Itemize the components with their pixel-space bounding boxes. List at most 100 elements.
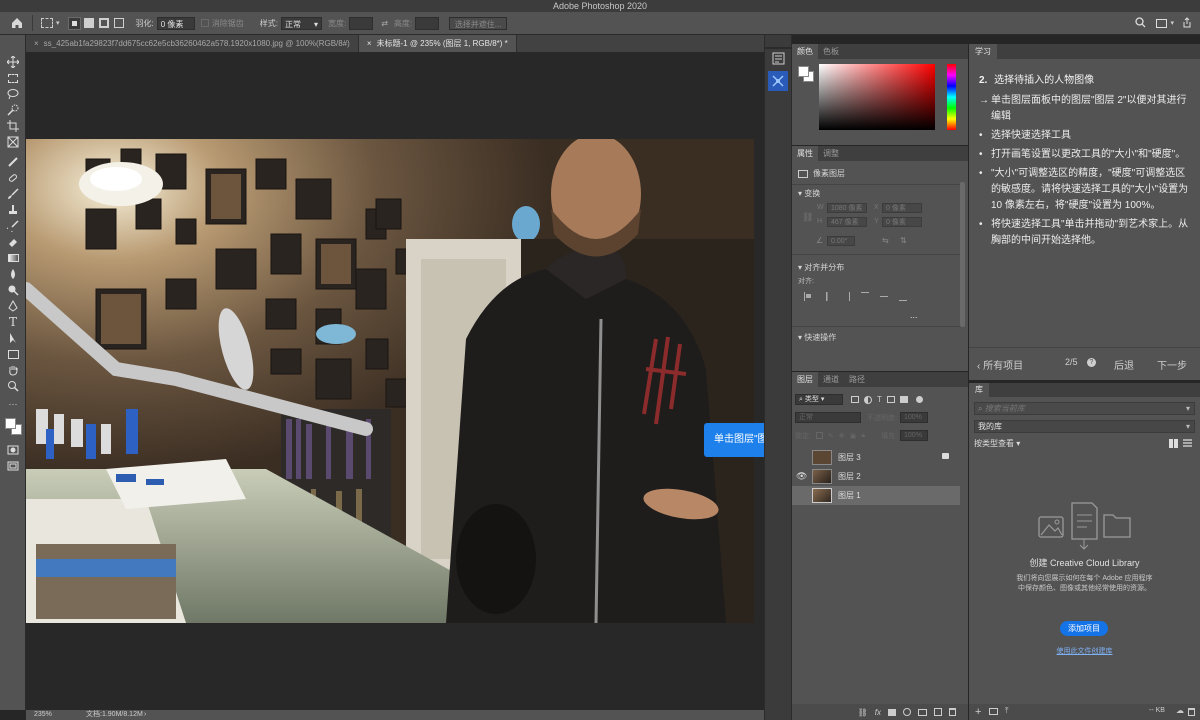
color-field[interactable] bbox=[819, 64, 935, 130]
fill-input[interactable]: 100% bbox=[900, 430, 929, 441]
tab-layers[interactable]: 图层 bbox=[792, 372, 818, 387]
new-adjustment-icon[interactable] bbox=[903, 708, 911, 716]
rectangle-tool-icon[interactable] bbox=[6, 347, 20, 361]
subtract-selection-icon[interactable] bbox=[98, 18, 109, 28]
height-field[interactable]: 467 像素 bbox=[827, 217, 867, 227]
info-icon[interactable]: ? bbox=[1087, 358, 1096, 367]
tab-close-icon[interactable]: × bbox=[34, 39, 39, 48]
hand-tool-icon[interactable] bbox=[6, 363, 20, 377]
add-icon[interactable]: + bbox=[975, 706, 981, 718]
lock-pixels-icon[interactable]: ✎ bbox=[828, 432, 834, 440]
path-selection-tool-icon[interactable] bbox=[6, 331, 20, 345]
new-layer-icon[interactable] bbox=[934, 708, 942, 716]
document-image[interactable] bbox=[26, 139, 754, 623]
tab-document-1[interactable]: × ss_425ab1fa29823f7dd675cc62e5cb36260462… bbox=[26, 35, 359, 52]
tab-color[interactable]: 颜色 bbox=[792, 44, 818, 59]
back-button[interactable]: 后退 bbox=[1114, 357, 1134, 372]
layer-filter-select[interactable]: ⌕ 类型 ▾ bbox=[795, 394, 843, 405]
intersect-selection-icon[interactable] bbox=[113, 18, 124, 28]
cloud-icon[interactable]: ☁ bbox=[1176, 706, 1184, 715]
history-brush-tool-icon[interactable] bbox=[6, 219, 20, 233]
more-tools-icon[interactable]: ··· bbox=[6, 397, 20, 411]
share-icon[interactable] bbox=[1182, 16, 1192, 30]
layer-row[interactable]: 👁︎ 图层 2 bbox=[792, 467, 960, 486]
brush-tool-icon[interactable] bbox=[6, 187, 20, 201]
layer-row[interactable]: 图层 3 bbox=[792, 448, 960, 467]
lock-position-icon[interactable]: ✥ bbox=[839, 432, 845, 440]
healing-brush-tool-icon[interactable] bbox=[6, 171, 20, 185]
style-select[interactable]: 正常 ▾ bbox=[280, 16, 322, 30]
tab-swatches[interactable]: 色板 bbox=[818, 44, 844, 59]
layer-row-selected[interactable]: 图层 1 bbox=[792, 486, 960, 505]
view-by-select[interactable]: 按类型查看 ▾ bbox=[974, 438, 1020, 449]
upload-icon[interactable]: ⤒ bbox=[1005, 706, 1009, 716]
more-options-icon[interactable]: ... bbox=[910, 310, 918, 320]
new-group-icon[interactable] bbox=[918, 708, 927, 716]
home-icon[interactable] bbox=[10, 16, 24, 30]
eye-icon[interactable]: 👁︎ bbox=[796, 467, 807, 486]
create-from-file-link[interactable]: 使用此文件创建库 bbox=[969, 646, 1200, 656]
align-right-icon[interactable] bbox=[842, 292, 850, 301]
canvas-area[interactable] bbox=[26, 52, 764, 710]
workspace-chevron-icon[interactable]: ▾ bbox=[1170, 19, 1174, 27]
lock-artboard-icon[interactable]: ▣ bbox=[850, 432, 857, 440]
lasso-tool-icon[interactable] bbox=[6, 87, 20, 101]
color-fg-swatch[interactable] bbox=[798, 66, 809, 77]
tab-paths[interactable]: 路径 bbox=[844, 372, 870, 387]
height-input[interactable] bbox=[415, 16, 440, 30]
quick-selection-tool-icon[interactable] bbox=[6, 103, 20, 117]
blur-tool-icon[interactable] bbox=[6, 267, 20, 281]
foreground-color-swatch[interactable] bbox=[5, 418, 16, 429]
zoom-level[interactable]: 235% bbox=[34, 710, 52, 720]
add-mask-icon[interactable] bbox=[888, 708, 896, 716]
frame-tool-icon[interactable] bbox=[6, 135, 20, 149]
move-tool-icon[interactable] bbox=[6, 55, 20, 69]
learn-icon[interactable] bbox=[768, 71, 788, 91]
folder-icon[interactable] bbox=[989, 708, 998, 715]
align-section-header[interactable]: ▾ 对齐并分布 bbox=[798, 262, 844, 273]
search-icon[interactable] bbox=[1135, 16, 1146, 30]
new-selection-icon[interactable] bbox=[67, 16, 81, 30]
tab-adjustments[interactable]: 调整 bbox=[818, 146, 844, 161]
fx-icon[interactable]: fx bbox=[875, 708, 881, 717]
zoom-tool-icon[interactable] bbox=[6, 379, 20, 393]
align-hcenter-icon[interactable] bbox=[823, 292, 831, 301]
filter-adjustment-icon[interactable] bbox=[864, 395, 872, 404]
history-icon[interactable] bbox=[771, 51, 785, 65]
library-search-input[interactable]: ⌕ 搜索当前库 ▾ bbox=[974, 402, 1195, 415]
width-input[interactable] bbox=[349, 16, 374, 30]
list-view-icon[interactable] bbox=[1183, 439, 1192, 448]
properties-scrollbar[interactable] bbox=[960, 182, 965, 327]
filter-pixel-icon[interactable] bbox=[851, 396, 859, 403]
lock-all-icon[interactable]: 🔒︎ bbox=[861, 432, 865, 440]
eraser-tool-icon[interactable] bbox=[6, 235, 20, 249]
gradient-tool-icon[interactable] bbox=[6, 251, 20, 265]
align-top-icon[interactable] bbox=[861, 292, 869, 301]
tab-learn[interactable]: 学习 bbox=[969, 44, 997, 59]
tab-document-2[interactable]: × 未标题-1 @ 235% (图层 1, RGB/8*) * bbox=[358, 35, 517, 52]
dodge-tool-icon[interactable] bbox=[6, 283, 20, 297]
crop-tool-icon[interactable] bbox=[6, 119, 20, 133]
tab-close-icon[interactable]: × bbox=[367, 39, 372, 48]
feather-input[interactable]: 0 像素 bbox=[156, 16, 195, 30]
width-field[interactable]: 1080 像素 bbox=[827, 203, 867, 213]
blend-mode-select[interactable]: 正常 bbox=[795, 412, 861, 423]
eyedropper-tool-icon[interactable] bbox=[6, 155, 20, 169]
tab-libraries[interactable]: 库 bbox=[969, 383, 989, 397]
filter-smart-icon[interactable] bbox=[899, 396, 908, 403]
status-expand-icon[interactable]: › bbox=[144, 710, 146, 720]
clone-stamp-tool-icon[interactable] bbox=[6, 203, 20, 217]
link-icon[interactable]: ⛓ bbox=[802, 212, 813, 223]
select-and-mask-button[interactable]: 选择并遮住... bbox=[449, 16, 508, 30]
x-field[interactable]: 0 像素 bbox=[882, 203, 922, 213]
y-field[interactable]: 0 像素 bbox=[882, 217, 922, 227]
all-items-link[interactable]: ‹ 所有项目 bbox=[977, 361, 1023, 372]
screen-mode-icon[interactable] bbox=[6, 459, 20, 473]
tab-properties[interactable]: 属性 bbox=[792, 146, 818, 161]
add-item-button[interactable]: 添加项目 bbox=[1060, 621, 1108, 636]
next-button[interactable]: 下一步 bbox=[1157, 357, 1187, 372]
flip-horizontal-icon[interactable]: ⇆ bbox=[882, 236, 889, 245]
angle-field[interactable]: 0.00° bbox=[827, 236, 855, 246]
marquee-tool-icon[interactable] bbox=[6, 71, 20, 85]
color-swatches[interactable] bbox=[5, 418, 23, 436]
